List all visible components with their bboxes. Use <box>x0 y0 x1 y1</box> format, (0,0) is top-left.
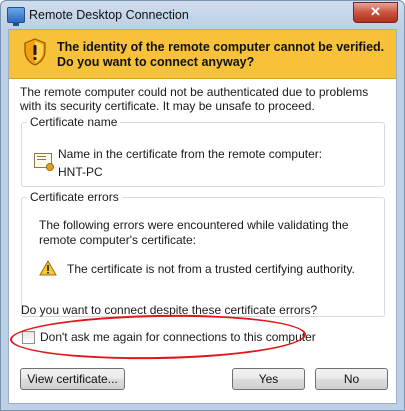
view-certificate-button[interactable]: View certificate... <box>20 368 125 390</box>
no-button[interactable]: No <box>315 368 388 390</box>
warning-banner-text: The identity of the remote computer cann… <box>57 40 385 69</box>
certificate-name-legend: Certificate name <box>30 115 118 129</box>
certificate-name-group: Certificate name Name in the certificate… <box>21 115 385 187</box>
certificate-errors-group: Certificate errors The following errors … <box>21 190 385 317</box>
warning-shield-icon <box>24 38 46 66</box>
close-button[interactable]: ✕ <box>353 2 398 23</box>
yes-button[interactable]: Yes <box>232 368 305 390</box>
certificate-name-value: HNT-PC <box>58 165 103 179</box>
title-bar[interactable]: Remote Desktop Connection ✕ <box>1 1 404 29</box>
remote-desktop-icon <box>7 7 25 26</box>
warning-triangle-icon <box>39 260 57 276</box>
dialog-content: The identity of the remote computer cann… <box>8 29 397 404</box>
certificate-errors-legend: Certificate errors <box>30 190 119 204</box>
dont-ask-again-checkbox[interactable] <box>22 331 35 344</box>
dialog-window: Remote Desktop Connection ✕ The identity… <box>0 0 405 411</box>
connect-question: Do you want to connect despite these cer… <box>21 303 318 317</box>
window-title: Remote Desktop Connection <box>29 8 189 22</box>
certificate-error-text: The certificate is not from a trusted ce… <box>67 262 355 276</box>
certificate-name-label: Name in the certificate from the remote … <box>58 147 323 161</box>
certificate-icon <box>34 153 54 171</box>
intro-text: The remote computer could not be authent… <box>20 85 369 113</box>
certificate-errors-description: The following errors were encountered wh… <box>39 218 349 247</box>
warning-banner: The identity of the remote computer cann… <box>9 30 396 79</box>
dont-ask-again-label[interactable]: Don't ask me again for connections to th… <box>40 330 316 344</box>
